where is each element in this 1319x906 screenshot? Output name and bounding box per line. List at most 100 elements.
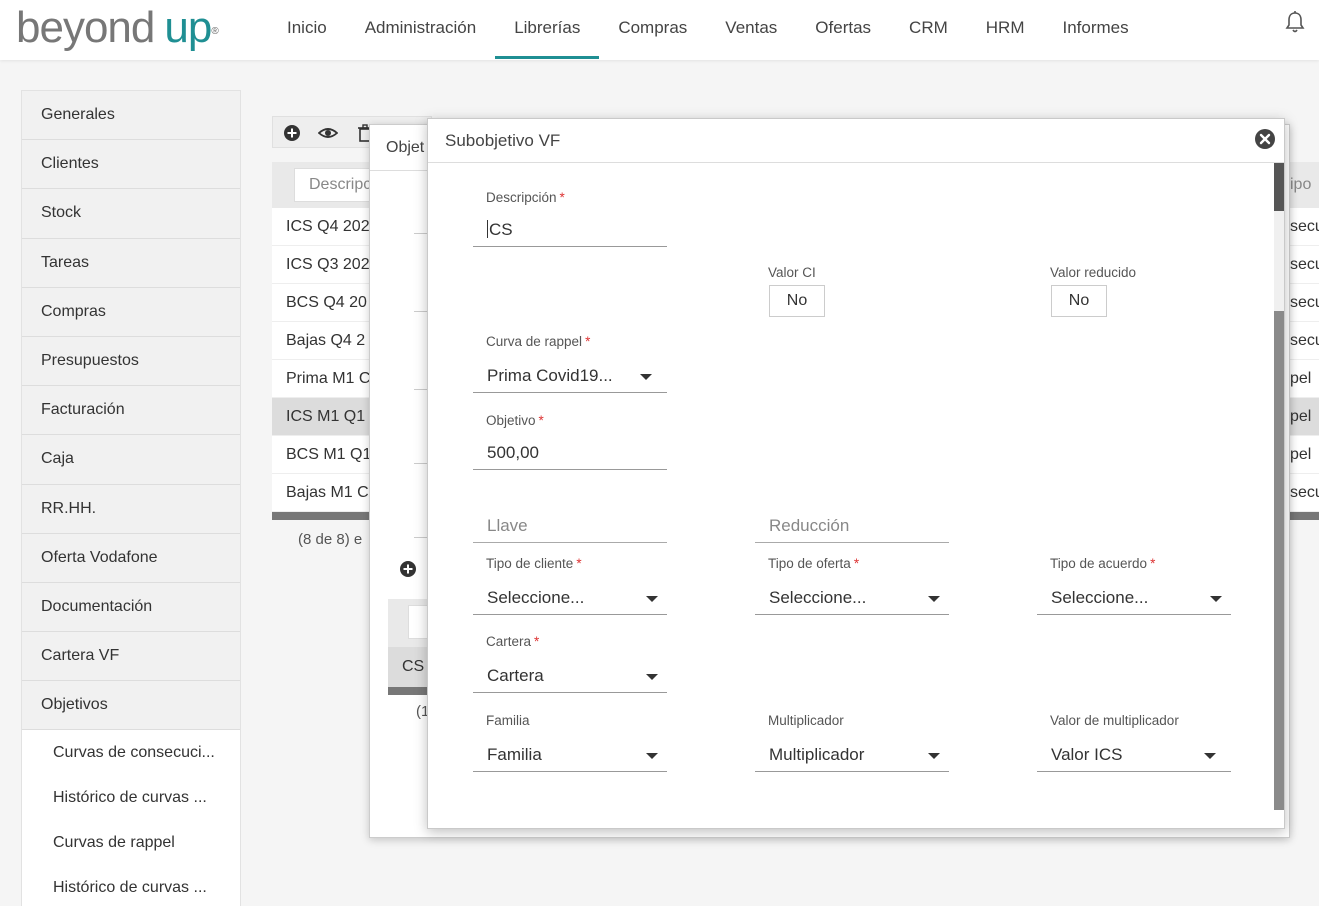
chevron-down-icon bbox=[640, 374, 652, 380]
chevron-down-icon bbox=[928, 596, 940, 602]
multiplicador-select[interactable]: Multiplicador bbox=[755, 738, 949, 772]
tipo-oferta-select[interactable]: Seleccione... bbox=[755, 581, 949, 615]
familia-value: Familia bbox=[487, 745, 542, 764]
llave-input[interactable]: Llave bbox=[473, 509, 667, 543]
chevron-down-icon bbox=[1204, 753, 1216, 759]
descripcion-value: CS bbox=[489, 220, 513, 239]
valor-multiplicador-select[interactable]: Valor ICS bbox=[1037, 738, 1231, 772]
objetivo-input[interactable]: 500,00 bbox=[473, 436, 667, 470]
nav-compras[interactable]: Compras bbox=[599, 0, 706, 60]
sidebar-item-stock[interactable]: Stock bbox=[22, 189, 240, 239]
nav-ventas[interactable]: Ventas bbox=[706, 0, 796, 60]
table-record-count: (8 de 8) e bbox=[298, 531, 363, 548]
cartera-value: Cartera bbox=[487, 666, 544, 685]
column-header-tipo[interactable]: ipo c bbox=[1288, 162, 1319, 208]
sidebar-subitem-historico-curvas-2[interactable]: Histórico de curvas ... bbox=[22, 865, 240, 906]
sidebar-item-generales[interactable]: Generales bbox=[22, 91, 240, 141]
beyond-up-logo[interactable]: beyond up® bbox=[16, 3, 219, 52]
tipo-oferta-value: Seleccione... bbox=[769, 588, 867, 607]
llave-field: Llave bbox=[473, 509, 667, 543]
descripcion-label: Descripción bbox=[486, 190, 557, 205]
valor-multiplicador-value: Valor ICS bbox=[1051, 745, 1123, 764]
scrollbar-thumb[interactable] bbox=[1274, 163, 1284, 211]
required-marker: * bbox=[538, 413, 544, 428]
eye-icon[interactable] bbox=[318, 123, 338, 143]
sidebar-subitem-historico-curvas-1[interactable]: Histórico de curvas ... bbox=[22, 775, 240, 821]
valor-reducido-field: Valor reducido No bbox=[1050, 264, 1136, 317]
nav-hrm[interactable]: HRM bbox=[967, 0, 1044, 60]
familia-select[interactable]: Familia bbox=[473, 738, 667, 772]
top-navbar: beyond up® Inicio Administración Librería… bbox=[0, 0, 1319, 60]
nav-inicio[interactable]: Inicio bbox=[268, 0, 346, 60]
chevron-down-icon bbox=[928, 753, 940, 759]
tipo-oferta-field: Tipo de oferta * Seleccione... bbox=[755, 555, 949, 615]
subobjective-row[interactable]: CS bbox=[388, 647, 428, 687]
required-marker: * bbox=[559, 190, 565, 205]
curva-rappel-field: Curva de rappel * Prima Covid19... bbox=[473, 333, 667, 393]
curva-rappel-label: Curva de rappel bbox=[486, 334, 583, 349]
dialog-scrollbar[interactable] bbox=[1274, 163, 1284, 810]
text-cursor bbox=[487, 220, 488, 238]
sidebar: Generales Clientes Stock Tareas Compras … bbox=[21, 90, 241, 906]
field-underline bbox=[414, 537, 428, 538]
reduccion-input[interactable]: Reducción bbox=[755, 509, 949, 543]
table-cell: secu bbox=[1288, 322, 1319, 360]
table-cell: secu bbox=[1288, 284, 1319, 322]
required-marker: * bbox=[576, 556, 582, 571]
close-icon[interactable] bbox=[1254, 128, 1276, 150]
nav-librerias[interactable]: Librerías bbox=[495, 0, 600, 60]
sidebar-item-oferta-vodafone[interactable]: Oferta Vodafone bbox=[22, 533, 240, 583]
logo-text: beyond bbox=[16, 3, 155, 52]
nav-ofertas[interactable]: Ofertas bbox=[796, 0, 890, 60]
scrollbar-track-lower bbox=[1274, 311, 1284, 810]
sidebar-item-objetivos[interactable]: Objetivos bbox=[22, 681, 240, 731]
sidebar-item-presupuestos[interactable]: Presupuestos bbox=[22, 336, 240, 387]
sidebar-item-clientes[interactable]: Clientes bbox=[22, 140, 240, 190]
bell-icon[interactable] bbox=[1284, 10, 1306, 34]
sidebar-item-compras[interactable]: Compras bbox=[22, 287, 240, 337]
sidebar-subitem-curvas-rappel[interactable]: Curvas de rappel bbox=[22, 820, 240, 866]
valor-reducido-toggle[interactable]: No bbox=[1051, 285, 1107, 317]
sidebar-subitem-curvas-consecucion[interactable]: Curvas de consecuci... bbox=[22, 730, 240, 776]
dialog-title: Subobjetivo VF bbox=[445, 131, 561, 150]
tipo-cliente-select[interactable]: Seleccione... bbox=[473, 581, 667, 615]
curva-rappel-value: Prima Covid19... bbox=[487, 366, 613, 385]
curva-rappel-select[interactable]: Prima Covid19... bbox=[473, 359, 667, 393]
tipo-acuerdo-field: Tipo de acuerdo * Seleccione... bbox=[1037, 555, 1231, 615]
sidebar-item-rrhh[interactable]: RR.HH. bbox=[22, 484, 240, 534]
multiplicador-label: Multiplicador bbox=[768, 713, 844, 728]
sidebar-item-documentacion[interactable]: Documentación bbox=[22, 582, 240, 633]
subobjectives-scrollbar[interactable] bbox=[388, 687, 428, 695]
required-marker: * bbox=[1150, 556, 1156, 571]
objetivo-label: Objetivo bbox=[486, 413, 536, 428]
nav-crm[interactable]: CRM bbox=[890, 0, 967, 60]
valor-ci-toggle[interactable]: No bbox=[769, 285, 825, 317]
table-cell: pel bbox=[1288, 436, 1319, 474]
familia-field: Familia Familia bbox=[473, 712, 667, 772]
sidebar-item-facturacion[interactable]: Facturación bbox=[22, 386, 240, 436]
valor-ci-field: Valor CI No bbox=[768, 264, 825, 317]
sidebar-item-caja[interactable]: Caja bbox=[22, 435, 240, 485]
sidebar-item-cartera-vf[interactable]: Cartera VF bbox=[22, 632, 240, 682]
tipo-cliente-field: Tipo de cliente * Seleccione... bbox=[473, 555, 667, 615]
tipo-acuerdo-value: Seleccione... bbox=[1051, 588, 1149, 607]
nav-administracion[interactable]: Administración bbox=[346, 0, 496, 60]
descripcion-input[interactable]: CS bbox=[473, 213, 667, 247]
dialog-header: Subobjetivo VF bbox=[428, 119, 1284, 163]
add-subobjective-icon[interactable] bbox=[398, 559, 418, 579]
add-circle-icon[interactable] bbox=[282, 123, 302, 143]
divider bbox=[370, 170, 430, 171]
sidebar-item-tareas[interactable]: Tareas bbox=[22, 238, 240, 288]
cartera-select[interactable]: Cartera bbox=[473, 659, 667, 693]
tipo-acuerdo-select[interactable]: Seleccione... bbox=[1037, 581, 1231, 615]
objetivo-dialog-title: Objet bbox=[386, 139, 425, 156]
tipo-oferta-label: Tipo de oferta bbox=[768, 556, 851, 571]
field-underline bbox=[414, 311, 428, 312]
field-underline bbox=[414, 389, 428, 390]
required-marker: * bbox=[534, 634, 540, 649]
subobjectives-table-header bbox=[388, 599, 438, 647]
subobjetivo-dialog: Subobjetivo VF Descripción * CS Valor CI … bbox=[427, 118, 1285, 829]
table-cell: secu bbox=[1288, 246, 1319, 284]
descripcion-field: Descripción * CS bbox=[473, 189, 667, 247]
nav-informes[interactable]: Informes bbox=[1043, 0, 1147, 60]
